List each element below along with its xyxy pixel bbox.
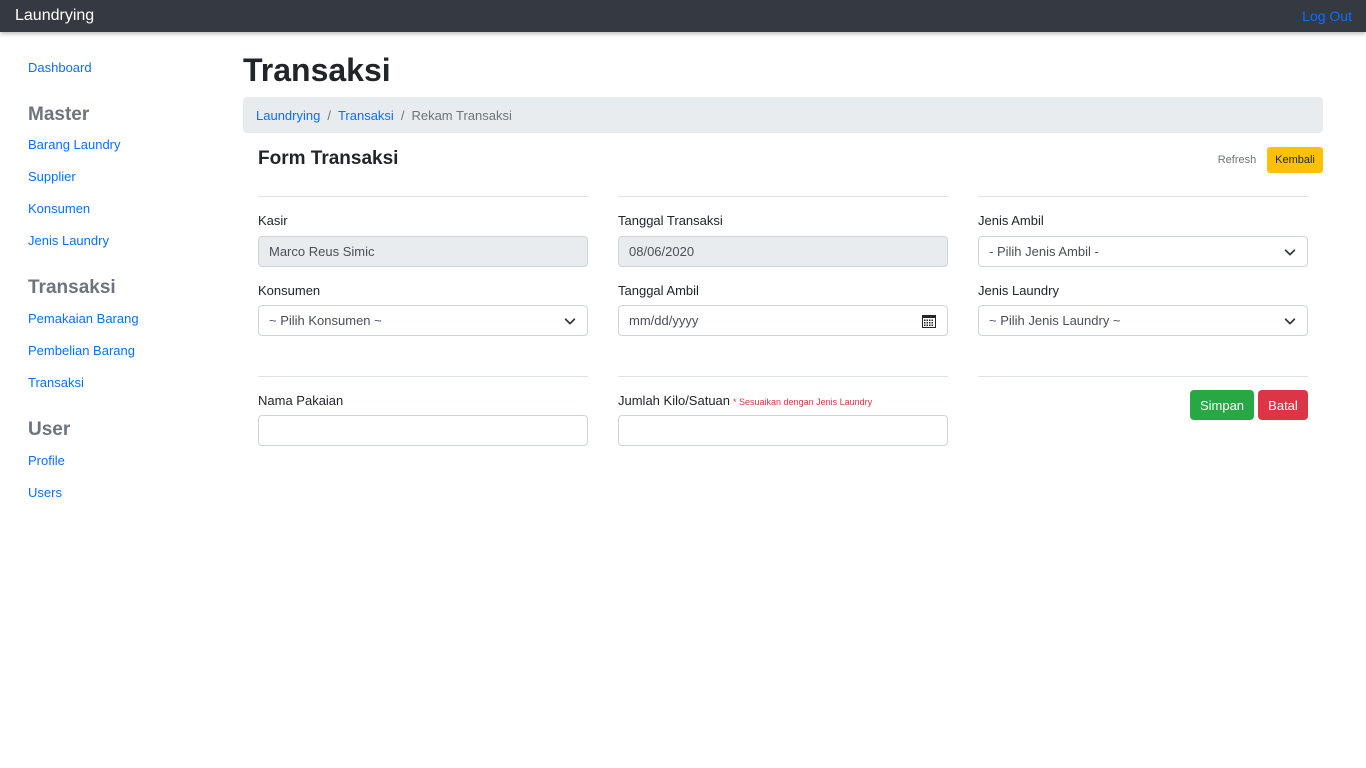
jenis-laundry-select[interactable]: ~ Pilih Jenis Laundry ~ xyxy=(978,305,1308,336)
jumlah-label: Jumlah Kilo/Satuan * Sesuaikan dengan Jen… xyxy=(618,393,872,408)
breadcrumb-item-current: Rekam Transaksi xyxy=(411,107,512,123)
sidebar-heading-user: User xyxy=(28,419,71,440)
logout-link[interactable]: Log Out xyxy=(1302,8,1352,24)
form-title: Form Transaksi xyxy=(258,148,399,169)
save-button[interactable]: Simpan xyxy=(1190,390,1254,420)
tanggal-transaksi-value: 08/06/2020 xyxy=(629,244,695,259)
sidebar-item-jenis-laundry[interactable]: Jenis Laundry xyxy=(28,233,109,248)
nama-pakaian-input[interactable] xyxy=(258,415,588,446)
jumlah-label-text: Jumlah Kilo/Satuan xyxy=(618,393,731,408)
konsumen-value: ~ Pilih Konsumen ~ xyxy=(269,313,382,328)
kasir-value: Marco Reus Simic xyxy=(269,244,375,259)
divider xyxy=(258,196,588,197)
konsumen-select[interactable]: ~ Pilih Konsumen ~ xyxy=(258,305,588,336)
cancel-button[interactable]: Batal xyxy=(1258,390,1308,420)
divider xyxy=(978,376,1308,377)
breadcrumb-separator: / xyxy=(400,107,405,123)
jenis-ambil-select[interactable]: - Pilih Jenis Ambil - xyxy=(978,236,1308,267)
calendar-icon[interactable] xyxy=(921,313,937,329)
sidebar-item-supplier[interactable]: Supplier xyxy=(28,169,76,184)
breadcrumb: Laundrying / Transaksi / Rekam Transaksi xyxy=(243,97,1323,133)
sidebar-heading-transaksi: Transaksi xyxy=(28,277,116,298)
brand-logo[interactable]: Laundrying xyxy=(15,7,94,25)
tanggal-transaksi-label: Tanggal Transaksi xyxy=(618,213,723,228)
divider xyxy=(618,196,948,197)
page-title: Transaksi xyxy=(243,52,391,88)
chevron-down-icon xyxy=(1284,248,1296,255)
refresh-button[interactable]: Refresh xyxy=(1212,148,1262,172)
divider xyxy=(978,196,1308,197)
jenis-ambil-value: - Pilih Jenis Ambil - xyxy=(989,244,1099,259)
jenis-laundry-value: ~ Pilih Jenis Laundry ~ xyxy=(989,313,1121,328)
jenis-ambil-label: Jenis Ambil xyxy=(978,213,1044,228)
sidebar-item-dashboard[interactable]: Dashboard xyxy=(28,60,92,75)
top-navbar: Laundrying Log Out xyxy=(0,0,1366,32)
sidebar-item-barang-laundry[interactable]: Barang Laundry xyxy=(28,137,121,152)
back-button[interactable]: Kembali xyxy=(1267,147,1323,173)
chevron-down-icon xyxy=(564,317,576,324)
sidebar-item-konsumen[interactable]: Konsumen xyxy=(28,201,90,216)
sidebar-item-pembelian-barang[interactable]: Pembelian Barang xyxy=(28,343,135,358)
jenis-laundry-label: Jenis Laundry xyxy=(978,283,1059,298)
tanggal-ambil-placeholder: mm/dd/yyyy xyxy=(629,313,699,328)
kasir-field: Marco Reus Simic xyxy=(258,236,588,267)
kasir-label: Kasir xyxy=(258,213,288,228)
sidebar-item-profile[interactable]: Profile xyxy=(28,453,65,468)
nama-pakaian-label: Nama Pakaian xyxy=(258,393,344,408)
sidebar-heading-master: Master xyxy=(28,104,90,125)
tanggal-ambil-label: Tanggal Ambil xyxy=(618,283,699,298)
jumlah-input[interactable] xyxy=(618,415,948,446)
divider xyxy=(258,376,588,377)
tanggal-transaksi-field: 08/06/2020 xyxy=(618,236,948,267)
breadcrumb-separator: / xyxy=(327,107,331,123)
breadcrumb-item-transaksi[interactable]: Transaksi xyxy=(338,108,394,123)
sidebar-item-transaksi[interactable]: Transaksi xyxy=(28,375,84,390)
chevron-down-icon xyxy=(1284,317,1296,324)
divider xyxy=(618,376,948,377)
sidebar-item-users[interactable]: Users xyxy=(28,485,62,500)
konsumen-label: Konsumen xyxy=(258,283,321,298)
tanggal-ambil-input[interactable]: mm/dd/yyyy xyxy=(618,305,948,336)
sidebar-item-pemakaian-barang[interactable]: Pemakaian Barang xyxy=(28,311,139,326)
jumlah-note: * Sesuaikan dengan Jenis Laundry xyxy=(733,397,873,407)
breadcrumb-item-home[interactable]: Laundrying xyxy=(256,108,320,123)
